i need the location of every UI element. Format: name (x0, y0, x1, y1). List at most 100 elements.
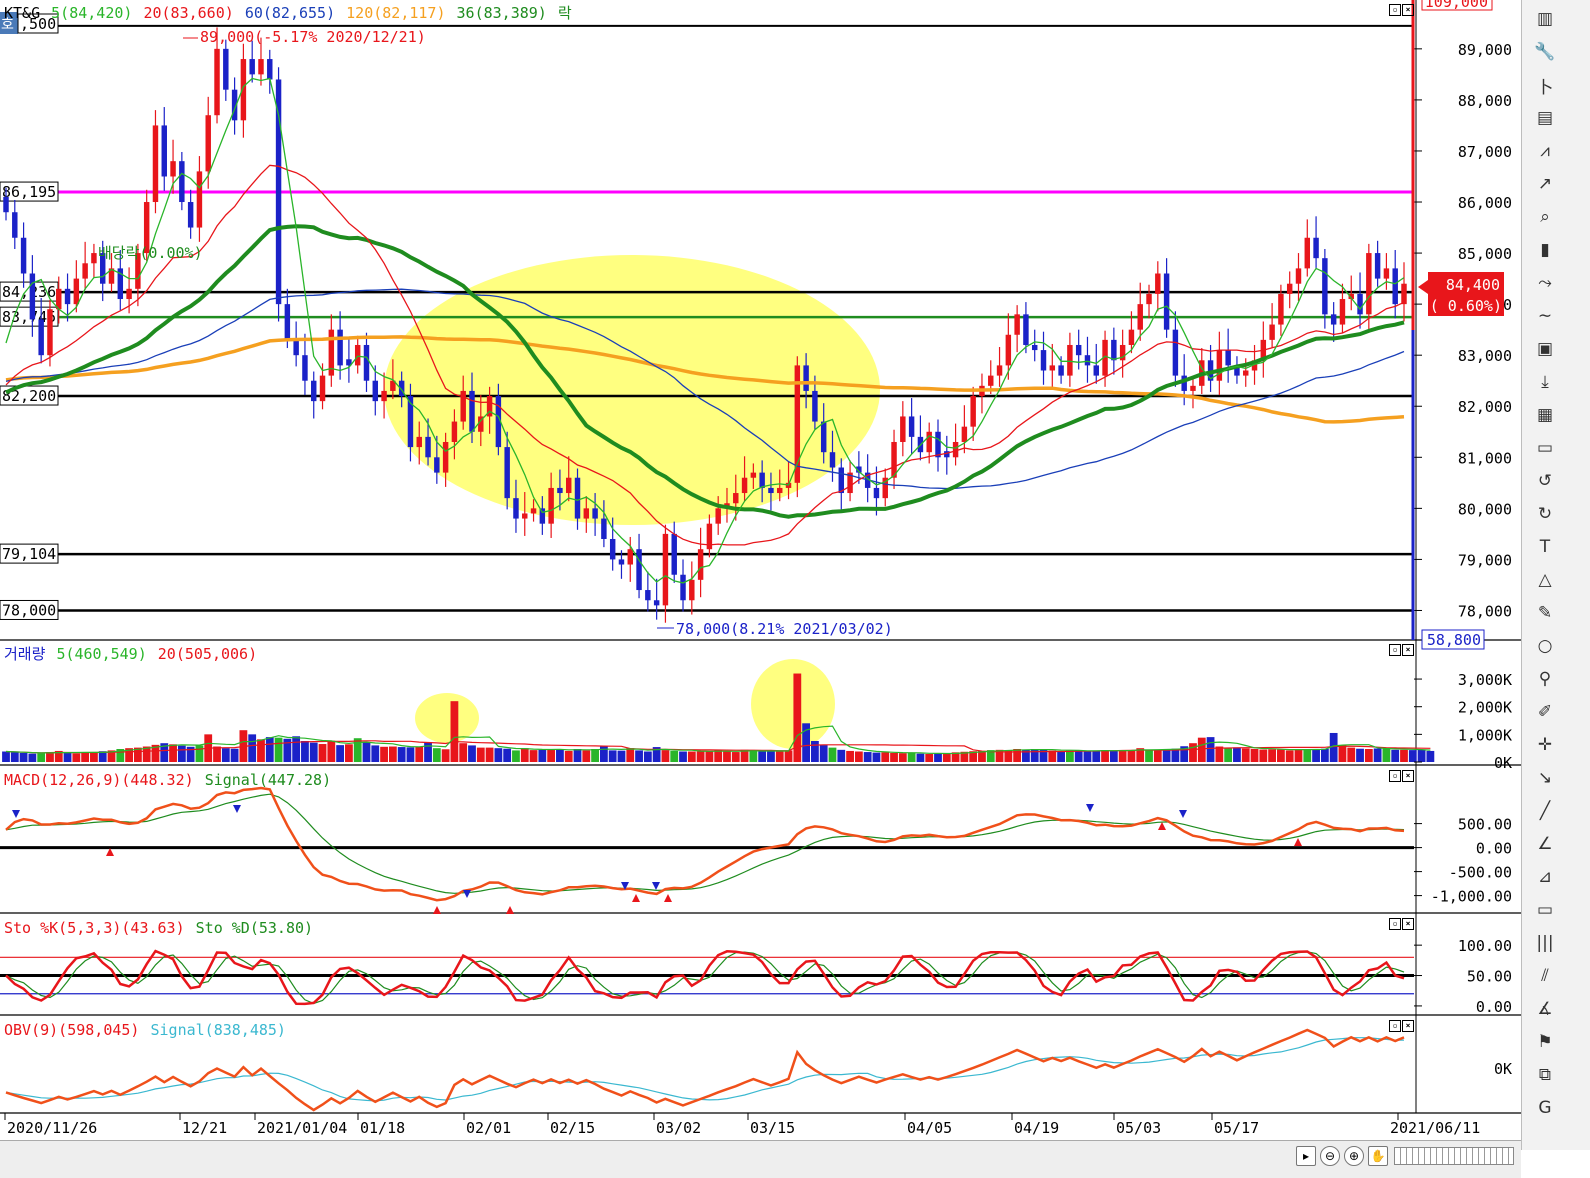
redo-icon[interactable]: ↻ (1532, 501, 1558, 527)
high-annotation: 89,000(-5.17% 2020/12/21) (200, 28, 426, 46)
rectangle-icon[interactable]: ▭ (1532, 897, 1558, 923)
cross-icon[interactable]: ✛ (1532, 732, 1558, 758)
maximize-icon[interactable]: ▫ (1389, 1020, 1401, 1032)
sto-pane-controls[interactable]: ▫ × (1389, 918, 1415, 930)
candle (469, 390, 475, 432)
volume-bar (371, 745, 380, 762)
volume-bar (934, 753, 942, 762)
candle (1330, 314, 1337, 325)
candles-icon[interactable]: ⩘ (1532, 138, 1558, 164)
line-icon[interactable]: ∼ (1532, 303, 1558, 329)
circle-icon[interactable]: ○ (1532, 633, 1558, 659)
auto-icon[interactable]: ↗ (1532, 171, 1558, 197)
volume-bar (1145, 750, 1153, 762)
ruler-icon[interactable]: ⊿ (1532, 864, 1558, 890)
maximize-icon[interactable]: ▫ (1389, 918, 1401, 930)
price-pane-controls[interactable]: ▫ × (1389, 4, 1415, 16)
scroll-bar[interactable]: ▸ ⊖ ⊕ ✋ (0, 1140, 1521, 1178)
current-change-label: ( 0.60%) (1430, 297, 1502, 315)
bar-chart-icon[interactable]: ▥ (1532, 6, 1558, 32)
angle2-icon[interactable]: ∡ (1532, 996, 1558, 1022)
window-icon[interactable]: ▭ (1532, 435, 1558, 461)
macd-legend-name: MACD(12,26,9)(448.32) (4, 771, 194, 789)
volume-bar (19, 752, 28, 762)
text-icon[interactable]: T (1532, 534, 1558, 560)
volume-bar (1224, 747, 1233, 762)
stock-chart[interactable]: 86,19584,23683,74582,20079,10478,000호 ,50… (0, 0, 1521, 1140)
book-icon[interactable]: ▤ (1532, 105, 1558, 131)
volume-bar (177, 745, 186, 762)
volume-bar (1400, 749, 1408, 762)
volume-bar (723, 751, 731, 762)
candle (1304, 237, 1311, 269)
zoom-icon[interactable]: ⌕ (1532, 204, 1558, 230)
volume-bar (1074, 750, 1083, 762)
price-icon[interactable]: 卜 (1532, 72, 1558, 98)
candle (750, 472, 757, 478)
volume-bar (485, 747, 494, 762)
volume-bar (230, 748, 239, 762)
wrench-icon[interactable]: 🔧 (1532, 39, 1558, 65)
stack-icon[interactable]: ⧉ (1532, 1062, 1558, 1088)
close-icon[interactable]: × (1402, 918, 1414, 930)
scroll-right-icon[interactable]: ▸ (1296, 1146, 1316, 1166)
flag-icon[interactable]: ⚑ (1532, 1029, 1558, 1055)
maximize-icon[interactable]: ▫ (1389, 644, 1401, 656)
pencil-icon[interactable]: ✎ (1532, 600, 1558, 626)
arrow-icon[interactable]: ↘ (1532, 765, 1558, 791)
scroll-thumb[interactable] (1394, 1147, 1514, 1165)
candle (1146, 293, 1152, 305)
candle (689, 579, 695, 601)
magnifier-icon[interactable]: ⚲ (1532, 666, 1558, 692)
candle (697, 549, 704, 580)
candle (900, 416, 906, 442)
volume-bar (767, 751, 775, 762)
line-chart-icon[interactable]: ⤳ (1532, 270, 1558, 296)
g-icon[interactable]: G (1532, 1095, 1558, 1121)
obv-pane-controls[interactable]: ▫ × (1389, 1020, 1415, 1032)
candle (1014, 314, 1020, 335)
price-legend-stock: KT&G (4, 4, 41, 22)
candle-icon[interactable]: ▮ (1532, 237, 1558, 263)
diagonal-icon[interactable]: ╱ (1532, 798, 1558, 824)
candle (988, 375, 994, 386)
close-icon[interactable]: × (1402, 4, 1414, 16)
volume-pane-controls[interactable]: ▫ × (1389, 644, 1415, 656)
candle (3, 196, 9, 213)
candle (205, 115, 211, 172)
macd-line (5, 786, 1405, 902)
volume-tick-label: 1,000K (1458, 726, 1512, 744)
volume-bar (90, 752, 98, 762)
volume-bar (1259, 749, 1268, 762)
maximize-icon[interactable]: ▫ (1389, 4, 1401, 16)
angle-icon[interactable]: ∠ (1532, 831, 1558, 857)
close-icon[interactable]: × (1402, 770, 1414, 782)
ratio-icon[interactable]: ▦ (1532, 402, 1558, 428)
fan-icon[interactable]: ⫽ (1532, 963, 1558, 989)
candle (1040, 350, 1047, 371)
close-icon[interactable]: × (1402, 644, 1414, 656)
triangle-icon[interactable]: △ (1532, 567, 1558, 593)
zoom-out-icon[interactable]: ⊖ (1320, 1146, 1340, 1166)
candle (152, 125, 159, 203)
candle (20, 237, 27, 274)
undo-icon[interactable]: ↺ (1532, 468, 1558, 494)
box-icon[interactable]: ▣ (1532, 336, 1558, 362)
macd-pane-controls[interactable]: ▫ × (1389, 770, 1415, 782)
volume-bar (863, 752, 872, 762)
grid-icon[interactable]: ||| (1532, 930, 1558, 956)
close-icon[interactable]: × (1402, 1020, 1414, 1032)
zoom-in-icon[interactable]: ⊕ (1344, 1146, 1364, 1166)
hand-icon[interactable]: ✋ (1368, 1146, 1388, 1166)
volume-bar (679, 751, 687, 762)
candle (680, 574, 686, 601)
reference-line-label: 84,236 (2, 283, 56, 301)
volume-bar (345, 744, 353, 762)
x-tick-label: 03/02 (656, 1119, 701, 1137)
download-icon[interactable]: ⤓ (1532, 369, 1558, 395)
candle (592, 508, 598, 519)
paint-icon[interactable]: ✐ (1532, 699, 1558, 725)
sto-k-line (5, 949, 1405, 1006)
volume-bar (520, 748, 529, 762)
maximize-icon[interactable]: ▫ (1389, 770, 1401, 782)
